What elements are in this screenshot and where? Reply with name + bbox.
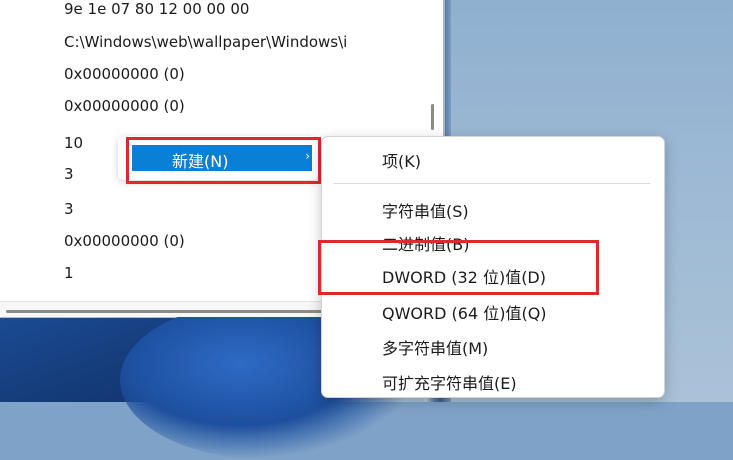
value-data-row[interactable]: 1 [64, 264, 74, 282]
value-data-row[interactable]: 0x00000000 (0) [64, 65, 185, 83]
menu-item-binary-value[interactable]: 二进制值(B) [382, 231, 469, 255]
vertical-scrollbar-thumb[interactable] [431, 104, 434, 130]
menu-item-expandable-string-value[interactable]: 可扩充字符串值(E) [382, 370, 517, 394]
value-data-row[interactable]: 3 [64, 200, 74, 218]
menu-item-dword-value[interactable]: DWORD (32 位)值(D) [382, 264, 546, 288]
menu-item-string-value[interactable]: 字符串值(S) [382, 198, 469, 222]
value-data-row[interactable]: 0x00000000 (0) [64, 97, 185, 115]
horizontal-scrollbar-thumb[interactable] [6, 310, 331, 313]
value-data-row[interactable]: 10 [64, 134, 83, 152]
menu-item-qword-value[interactable]: QWORD (64 位)值(Q) [382, 300, 547, 324]
menu-item-key[interactable]: 项(K) [382, 148, 421, 172]
chevron-right-icon: › [305, 149, 310, 163]
value-data-row[interactable]: C:\Windows\web\wallpaper\Windows\i [64, 33, 347, 51]
new-submenu: 项(K) 字符串值(S) 二进制值(B) DWORD (32 位)值(D) QW… [321, 136, 665, 398]
menu-item-new[interactable]: 新建(N) › [132, 145, 312, 171]
value-data-row[interactable]: 0x00000000 (0) [64, 232, 185, 250]
value-data-row[interactable]: 9e 1e 07 80 12 00 00 00 [64, 0, 249, 18]
menu-item-multi-string-value[interactable]: 多字符串值(M) [382, 335, 488, 359]
value-data-row[interactable]: 3 [64, 165, 74, 183]
menu-item-new-label: 新建(N) [172, 152, 229, 171]
menu-separator [334, 183, 650, 184]
